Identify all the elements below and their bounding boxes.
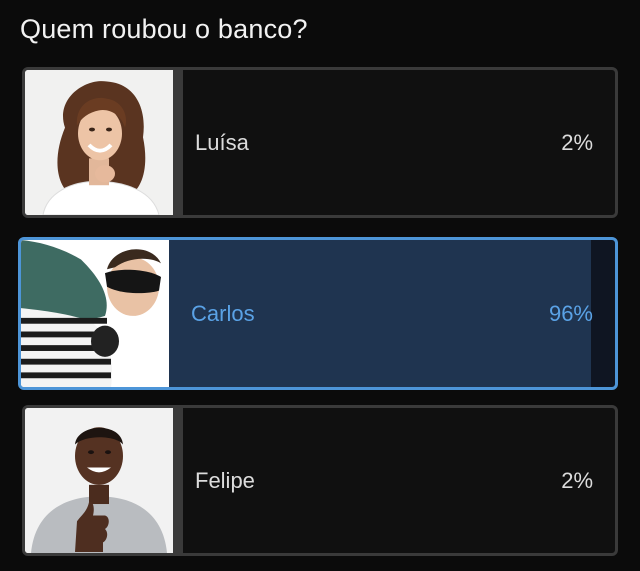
poll-option-carlos[interactable]: Carlos 96% <box>18 237 618 390</box>
option-label: Carlos <box>191 300 255 326</box>
photo-divider <box>173 408 183 553</box>
man-thumbs-up-photo <box>25 408 173 553</box>
option-label: Luísa <box>195 129 249 155</box>
option-percent: 2% <box>561 467 593 493</box>
poll-option-felipe[interactable]: Felipe 2% <box>22 405 618 556</box>
poll-option-luisa[interactable]: Luísa 2% <box>22 67 618 218</box>
woman-curly-hair-photo <box>25 70 173 215</box>
option-percent: 2% <box>561 129 593 155</box>
poll-question: Quem roubou o banco? <box>20 14 308 44</box>
option-percent: 96% <box>548 300 593 326</box>
photo-divider <box>173 70 183 215</box>
option-label: Felipe <box>195 467 255 493</box>
masked-thief-photo <box>21 240 169 387</box>
